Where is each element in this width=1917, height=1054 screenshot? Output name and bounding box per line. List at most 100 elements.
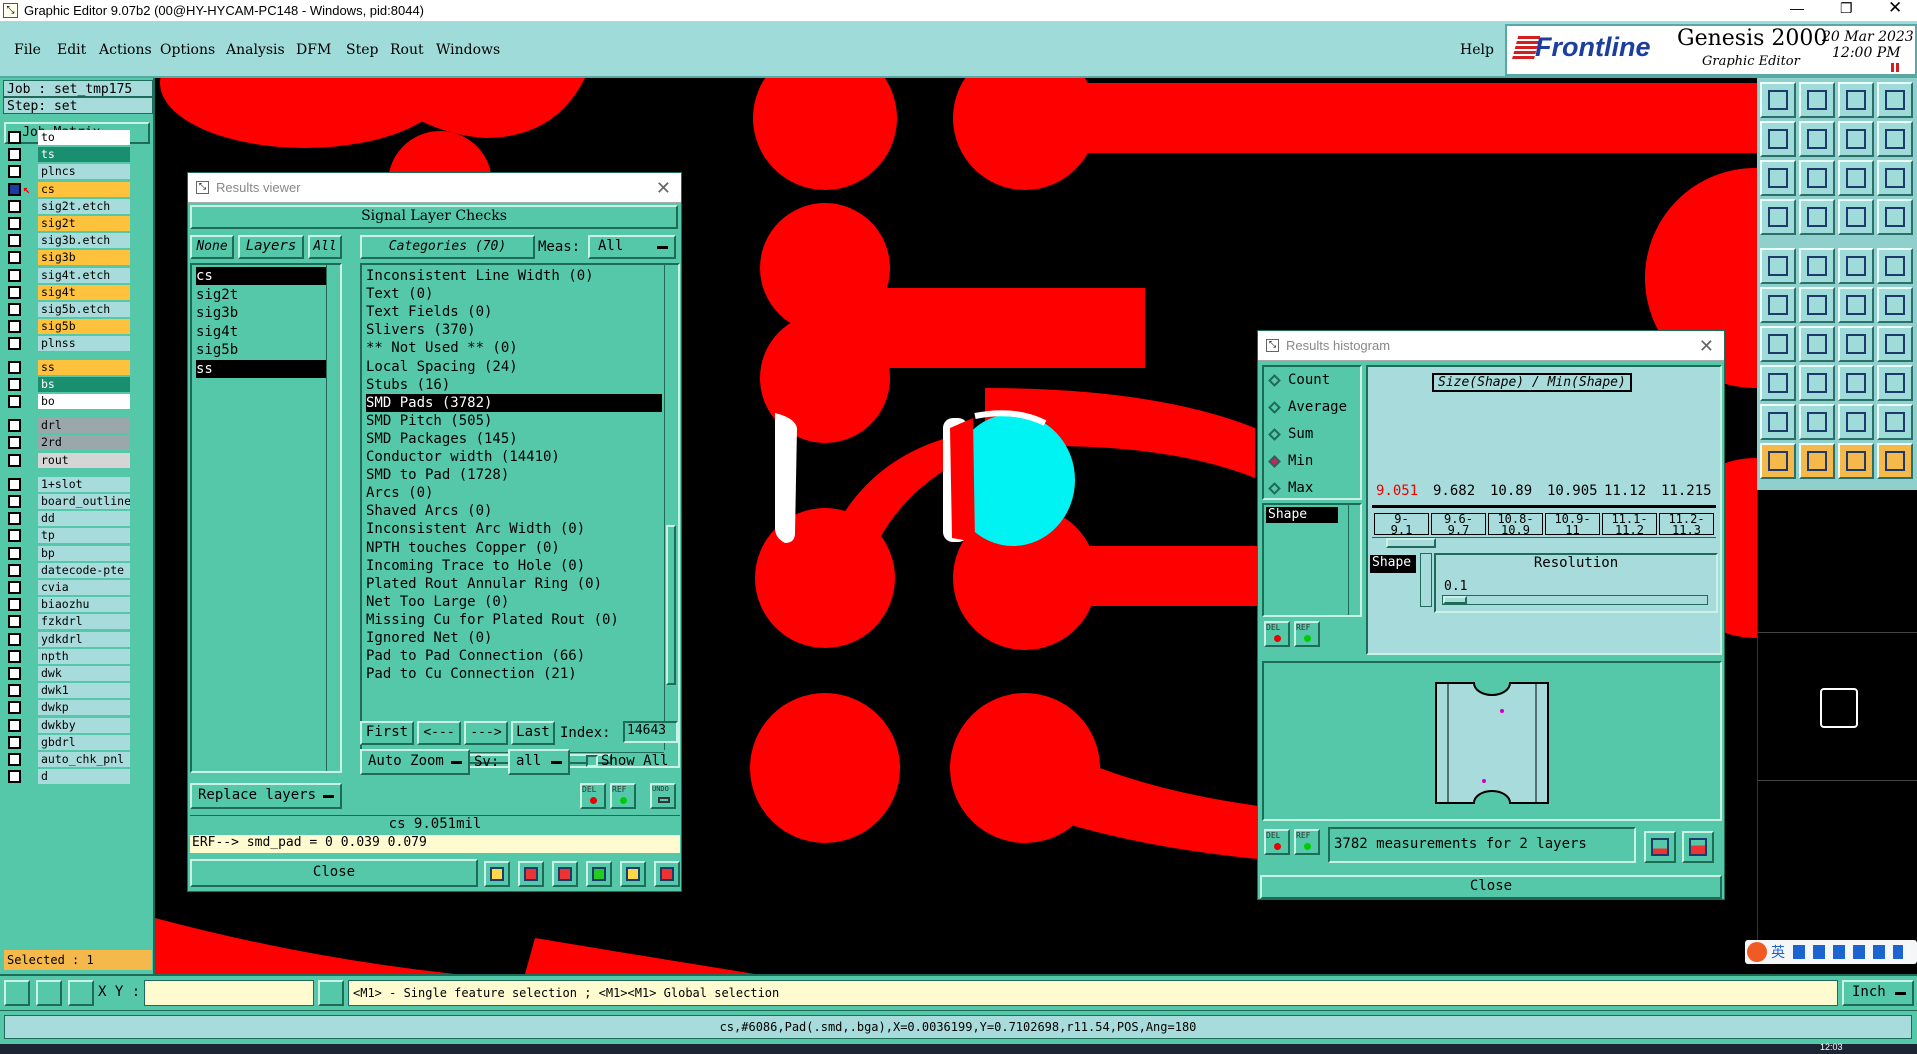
last-button[interactable]: Last bbox=[511, 721, 555, 745]
layer-row-bs[interactable]: bs bbox=[8, 376, 130, 392]
layer-row-ts[interactable]: ts bbox=[8, 147, 130, 163]
categories-button[interactable]: Categories (70) bbox=[360, 235, 535, 259]
option-count[interactable]: Count bbox=[1268, 371, 1358, 391]
toolbar-scroll-button[interactable] bbox=[1838, 121, 1874, 157]
layer-row-gbdrl[interactable]: gbdrl bbox=[8, 734, 130, 750]
category-item[interactable]: Ignored Net (0) bbox=[366, 629, 662, 647]
results-viewer-titlebar[interactable]: Results viewer ✕ bbox=[188, 173, 681, 203]
chart-export-button[interactable] bbox=[1644, 831, 1676, 863]
layer-row-sig4t[interactable]: sig4t bbox=[8, 284, 130, 300]
layer-checkbox[interactable] bbox=[8, 436, 21, 450]
layer-checkbox[interactable] bbox=[8, 667, 21, 680]
layer-checkbox[interactable] bbox=[8, 165, 21, 179]
toolbar-extra-2-button[interactable] bbox=[1877, 443, 1913, 479]
toolbar-line-button[interactable] bbox=[1838, 287, 1874, 323]
toolbar-connect-button[interactable] bbox=[1760, 365, 1796, 401]
option-average[interactable]: Average bbox=[1268, 398, 1358, 418]
toolbar-polygon-button[interactable] bbox=[1799, 365, 1835, 401]
toolbar-triangle-b-button[interactable] bbox=[1877, 365, 1913, 401]
histogram-bin[interactable]: 10.9- 11 bbox=[1545, 513, 1600, 536]
layer-checkbox[interactable] bbox=[8, 251, 21, 265]
category-item[interactable]: Pad to Cu Connection (21) bbox=[366, 665, 662, 683]
toolbar-mirror-button[interactable] bbox=[1760, 287, 1796, 323]
category-item[interactable]: Net Too Large (0) bbox=[366, 593, 662, 611]
category-item[interactable]: SMD to Pad (1728) bbox=[366, 466, 662, 484]
layer-row-plnss[interactable]: plnss bbox=[8, 336, 130, 352]
layer-checkbox[interactable] bbox=[8, 131, 21, 144]
hist-del-button-2[interactable]: DEL bbox=[1264, 829, 1290, 855]
chart-settings-button[interactable] bbox=[1682, 831, 1714, 863]
prev-button[interactable]: <--- bbox=[417, 721, 461, 745]
resolution-slider[interactable] bbox=[1442, 595, 1708, 605]
toolbar-fit-screen-button[interactable] bbox=[1799, 248, 1835, 284]
layer-checkbox[interactable] bbox=[8, 395, 21, 408]
layer-row-npth[interactable]: npth bbox=[8, 648, 130, 664]
layer-checkbox[interactable] bbox=[8, 701, 21, 715]
layer-row-auto_chk_pnl[interactable]: auto_chk_pnl bbox=[8, 752, 130, 767]
toolbar-pan-button[interactable] bbox=[1799, 121, 1835, 157]
category-item[interactable]: SMD Pitch (505) bbox=[366, 412, 662, 430]
layer-row-bp[interactable]: bp bbox=[8, 545, 130, 561]
layer-list-item-cs[interactable]: cs bbox=[196, 267, 326, 285]
histogram-bin[interactable]: 10.8- 10.9 bbox=[1488, 513, 1543, 536]
toolbar-arc-button[interactable] bbox=[1877, 287, 1913, 323]
category-item[interactable]: Stubs (16) bbox=[366, 376, 662, 394]
results-tool-cross[interactable] bbox=[552, 861, 578, 887]
layer-row-ydkdrl[interactable]: ydkdrl bbox=[8, 631, 130, 647]
toolbar-move-button[interactable] bbox=[1760, 121, 1796, 157]
ime-tools-icon[interactable] bbox=[1793, 945, 1903, 959]
layer-list-item-sig3b[interactable]: sig3b bbox=[196, 304, 326, 322]
toolbar-measure-button[interactable] bbox=[1877, 199, 1913, 235]
index-input[interactable]: 14643 bbox=[623, 721, 678, 743]
layer-checkbox[interactable] bbox=[8, 770, 21, 784]
ref-button[interactable]: REF bbox=[610, 783, 636, 809]
show-all-checkbox[interactable] bbox=[586, 755, 598, 767]
mode-icon-2[interactable] bbox=[36, 980, 62, 1006]
category-item[interactable]: Slivers (370) bbox=[366, 321, 662, 339]
layer-checkbox[interactable] bbox=[8, 337, 21, 351]
xy-input[interactable] bbox=[144, 980, 314, 1006]
layer-list-item-ss[interactable]: ss bbox=[196, 359, 326, 378]
layer-row-cvia[interactable]: cvia bbox=[8, 580, 130, 595]
toolbar-triangle-c-button[interactable] bbox=[1760, 404, 1796, 440]
layer-row-sig5b[interactable]: sig5b bbox=[8, 319, 130, 335]
del-button[interactable]: DEL bbox=[580, 783, 606, 809]
layer-checkbox[interactable] bbox=[8, 217, 21, 230]
layer-row-to[interactable]: to bbox=[8, 130, 130, 145]
layer-row-d[interactable]: d bbox=[8, 769, 130, 785]
toolbar-pointer-4-button[interactable] bbox=[1799, 443, 1835, 479]
restore-button[interactable]: ❐ bbox=[1840, 0, 1853, 17]
toolbar-stretch-button[interactable] bbox=[1799, 287, 1835, 323]
auto-zoom-select[interactable]: Auto Zoom bbox=[360, 749, 470, 775]
category-item[interactable]: Plated Rout Annular Ring (0) bbox=[366, 575, 662, 593]
toolbar-zoom-home-button[interactable] bbox=[1760, 82, 1796, 118]
shape-list-scrollbar[interactable] bbox=[1348, 505, 1360, 615]
undo-button[interactable]: UNDO bbox=[650, 783, 676, 809]
histogram-bin[interactable]: 9- 9.1 bbox=[1374, 513, 1429, 536]
layer-checkbox[interactable] bbox=[8, 148, 21, 162]
layer-checkbox[interactable] bbox=[8, 735, 21, 749]
replace-layers-select[interactable]: Replace layers bbox=[190, 783, 342, 809]
layer-checkbox[interactable] bbox=[8, 360, 21, 374]
layer-row-plncs[interactable]: plncs bbox=[8, 164, 130, 180]
toolbar-pointer-3-button[interactable] bbox=[1760, 443, 1796, 479]
first-button[interactable]: First bbox=[360, 721, 414, 745]
layer-list-item-sig5b[interactable]: sig5b bbox=[196, 341, 326, 359]
minimize-button[interactable]: — bbox=[1790, 0, 1804, 16]
shape-scroll[interactable] bbox=[1420, 553, 1432, 607]
category-item[interactable]: NPTH touches Copper (0) bbox=[366, 539, 662, 557]
category-item[interactable]: Inconsistent Arc Width (0) bbox=[366, 520, 662, 538]
layer-checkbox[interactable] bbox=[8, 529, 21, 543]
layer-row-1+slot[interactable]: 1+slot bbox=[8, 476, 130, 492]
category-item[interactable]: SMD Pads (3782) bbox=[366, 393, 662, 412]
layer-row-fzkdrl[interactable]: fzkdrl bbox=[8, 614, 130, 630]
layer-row-bo[interactable]: bo bbox=[8, 394, 130, 409]
category-item[interactable]: Arcs (0) bbox=[366, 484, 662, 502]
layer-checkbox[interactable] bbox=[8, 546, 21, 560]
layer-row-drl[interactable]: drl bbox=[8, 418, 130, 434]
histogram-bin[interactable]: 11.2- 11.3 bbox=[1659, 513, 1714, 536]
layer-row-dwkp[interactable]: dwkp bbox=[8, 700, 130, 716]
toolbar-pointer-2-button[interactable] bbox=[1877, 404, 1913, 440]
layer-row-sig5b.etch[interactable]: sig5b.etch bbox=[8, 302, 130, 317]
toolbar-layer-button[interactable] bbox=[1877, 160, 1913, 196]
